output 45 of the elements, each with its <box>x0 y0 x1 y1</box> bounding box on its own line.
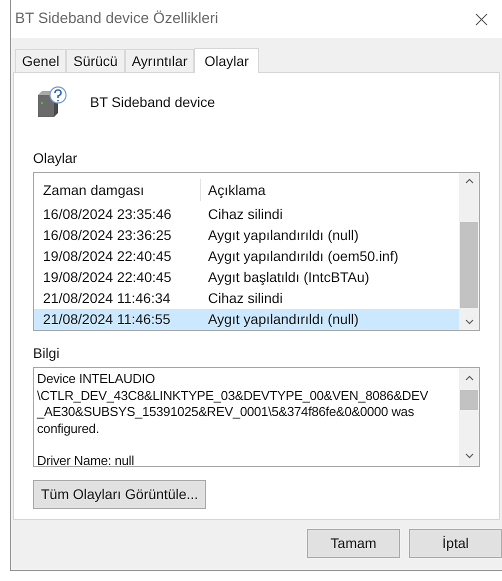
event-row[interactable]: 21/08/2024 11:46:55 Aygıt yapılandırıldı (null) <box>34 309 459 330</box>
dialog-button[interactable]: Tamam <box>307 529 400 558</box>
event-description: Aygıt yapılandırıldı (null) <box>207 310 359 329</box>
timestamp: 19/08/2024 22:40:45 <box>42 268 172 287</box>
event-description: Aygıt yapılandırıldı (null) <box>207 226 359 245</box>
events-list[interactable] <box>33 172 480 331</box>
event-row[interactable]: 19/08/2024 22:40:45 Aygıt başlatıldı (IntcBTAu) <box>34 267 459 288</box>
info-paragraph: Driver Name: null <box>37 453 136 466</box>
event-row[interactable]: 16/08/2024 23:35:46 Cihaz silindi <box>34 204 459 225</box>
window-title: BT Sideband device Özellikleri <box>15 8 218 29</box>
tab[interactable]: Olaylar <box>194 48 259 73</box>
timestamp: 16/08/2024 23:35:46 <box>42 205 172 224</box>
timestamp: 19/08/2024 22:40:45 <box>42 247 172 266</box>
event-description: Cihaz silindi <box>207 205 283 224</box>
section-label: Bilgi <box>33 344 60 363</box>
timestamp: 16/08/2024 23:36:25 <box>42 226 172 245</box>
event-row[interactable]: 19/08/2024 22:40:45 Aygıt yapılandırıldı (oem50.inf) <box>34 246 459 267</box>
section-label: Olaylar <box>33 149 78 168</box>
dialog-button[interactable]: İptal <box>409 529 502 558</box>
timestamp: 21/08/2024 11:46:34 <box>42 289 172 308</box>
tab[interactable]: Genel <box>15 49 66 72</box>
scrollbar-thumb[interactable] <box>460 222 478 308</box>
scrollbar-thumb[interactable] <box>460 390 478 410</box>
scroll-down-icon[interactable] <box>464 318 474 325</box>
device-unknown-icon <box>36 85 68 119</box>
event-description: Aygıt başlatıldı (IntcBTAu) <box>207 268 370 287</box>
tab[interactable]: Sürücü <box>66 49 125 72</box>
close-icon[interactable] <box>475 12 488 26</box>
timestamp: 21/08/2024 11:46:55 <box>42 310 172 329</box>
scrollbar[interactable] <box>459 368 479 466</box>
event-row[interactable]: 16/08/2024 23:36:25 Aygıt yapılandırıldı (null) <box>34 225 459 246</box>
event-row[interactable]: 21/08/2024 11:46:34 Cihaz silindi <box>34 288 459 309</box>
tab[interactable]: Ayrıntılar <box>124 49 194 72</box>
scroll-up-icon[interactable] <box>464 375 474 381</box>
scrollbar[interactable] <box>459 173 479 330</box>
info-text-area[interactable]: Device INTELAUDIO \CTLR_DEV_43C8&LINKTYPE_03&DEVTYPE_00&VEN_8086&DEV _AE30&SUBSYS_15391025&REV_0001\5&374f86fe&0&0000 was configured. Driver Name: null <box>33 367 480 467</box>
event-description: Cihaz silindi <box>207 289 283 308</box>
device-name: BT Sideband device <box>90 92 216 112</box>
scroll-down-icon[interactable] <box>464 453 474 459</box>
info-paragraph: Device INTELAUDIO \CTLR_DEV_43C8&LINKTYPE_03&DEVTYPE_00&VEN_8086&DEV _AE30&SUBSYS_15391025&REV_0001\5&374f86fe&0&0000 was configured. <box>37 371 430 437</box>
view-all-events-button[interactable]: Tüm Olayları Görüntüle... <box>33 480 206 509</box>
scroll-up-icon[interactable] <box>464 178 474 184</box>
column-header[interactable]: Zaman damgası <box>34 179 201 201</box>
event-description: Aygıt yapılandırıldı (oem50.inf) <box>207 247 398 266</box>
column-header[interactable]: Açıklama <box>201 179 266 201</box>
